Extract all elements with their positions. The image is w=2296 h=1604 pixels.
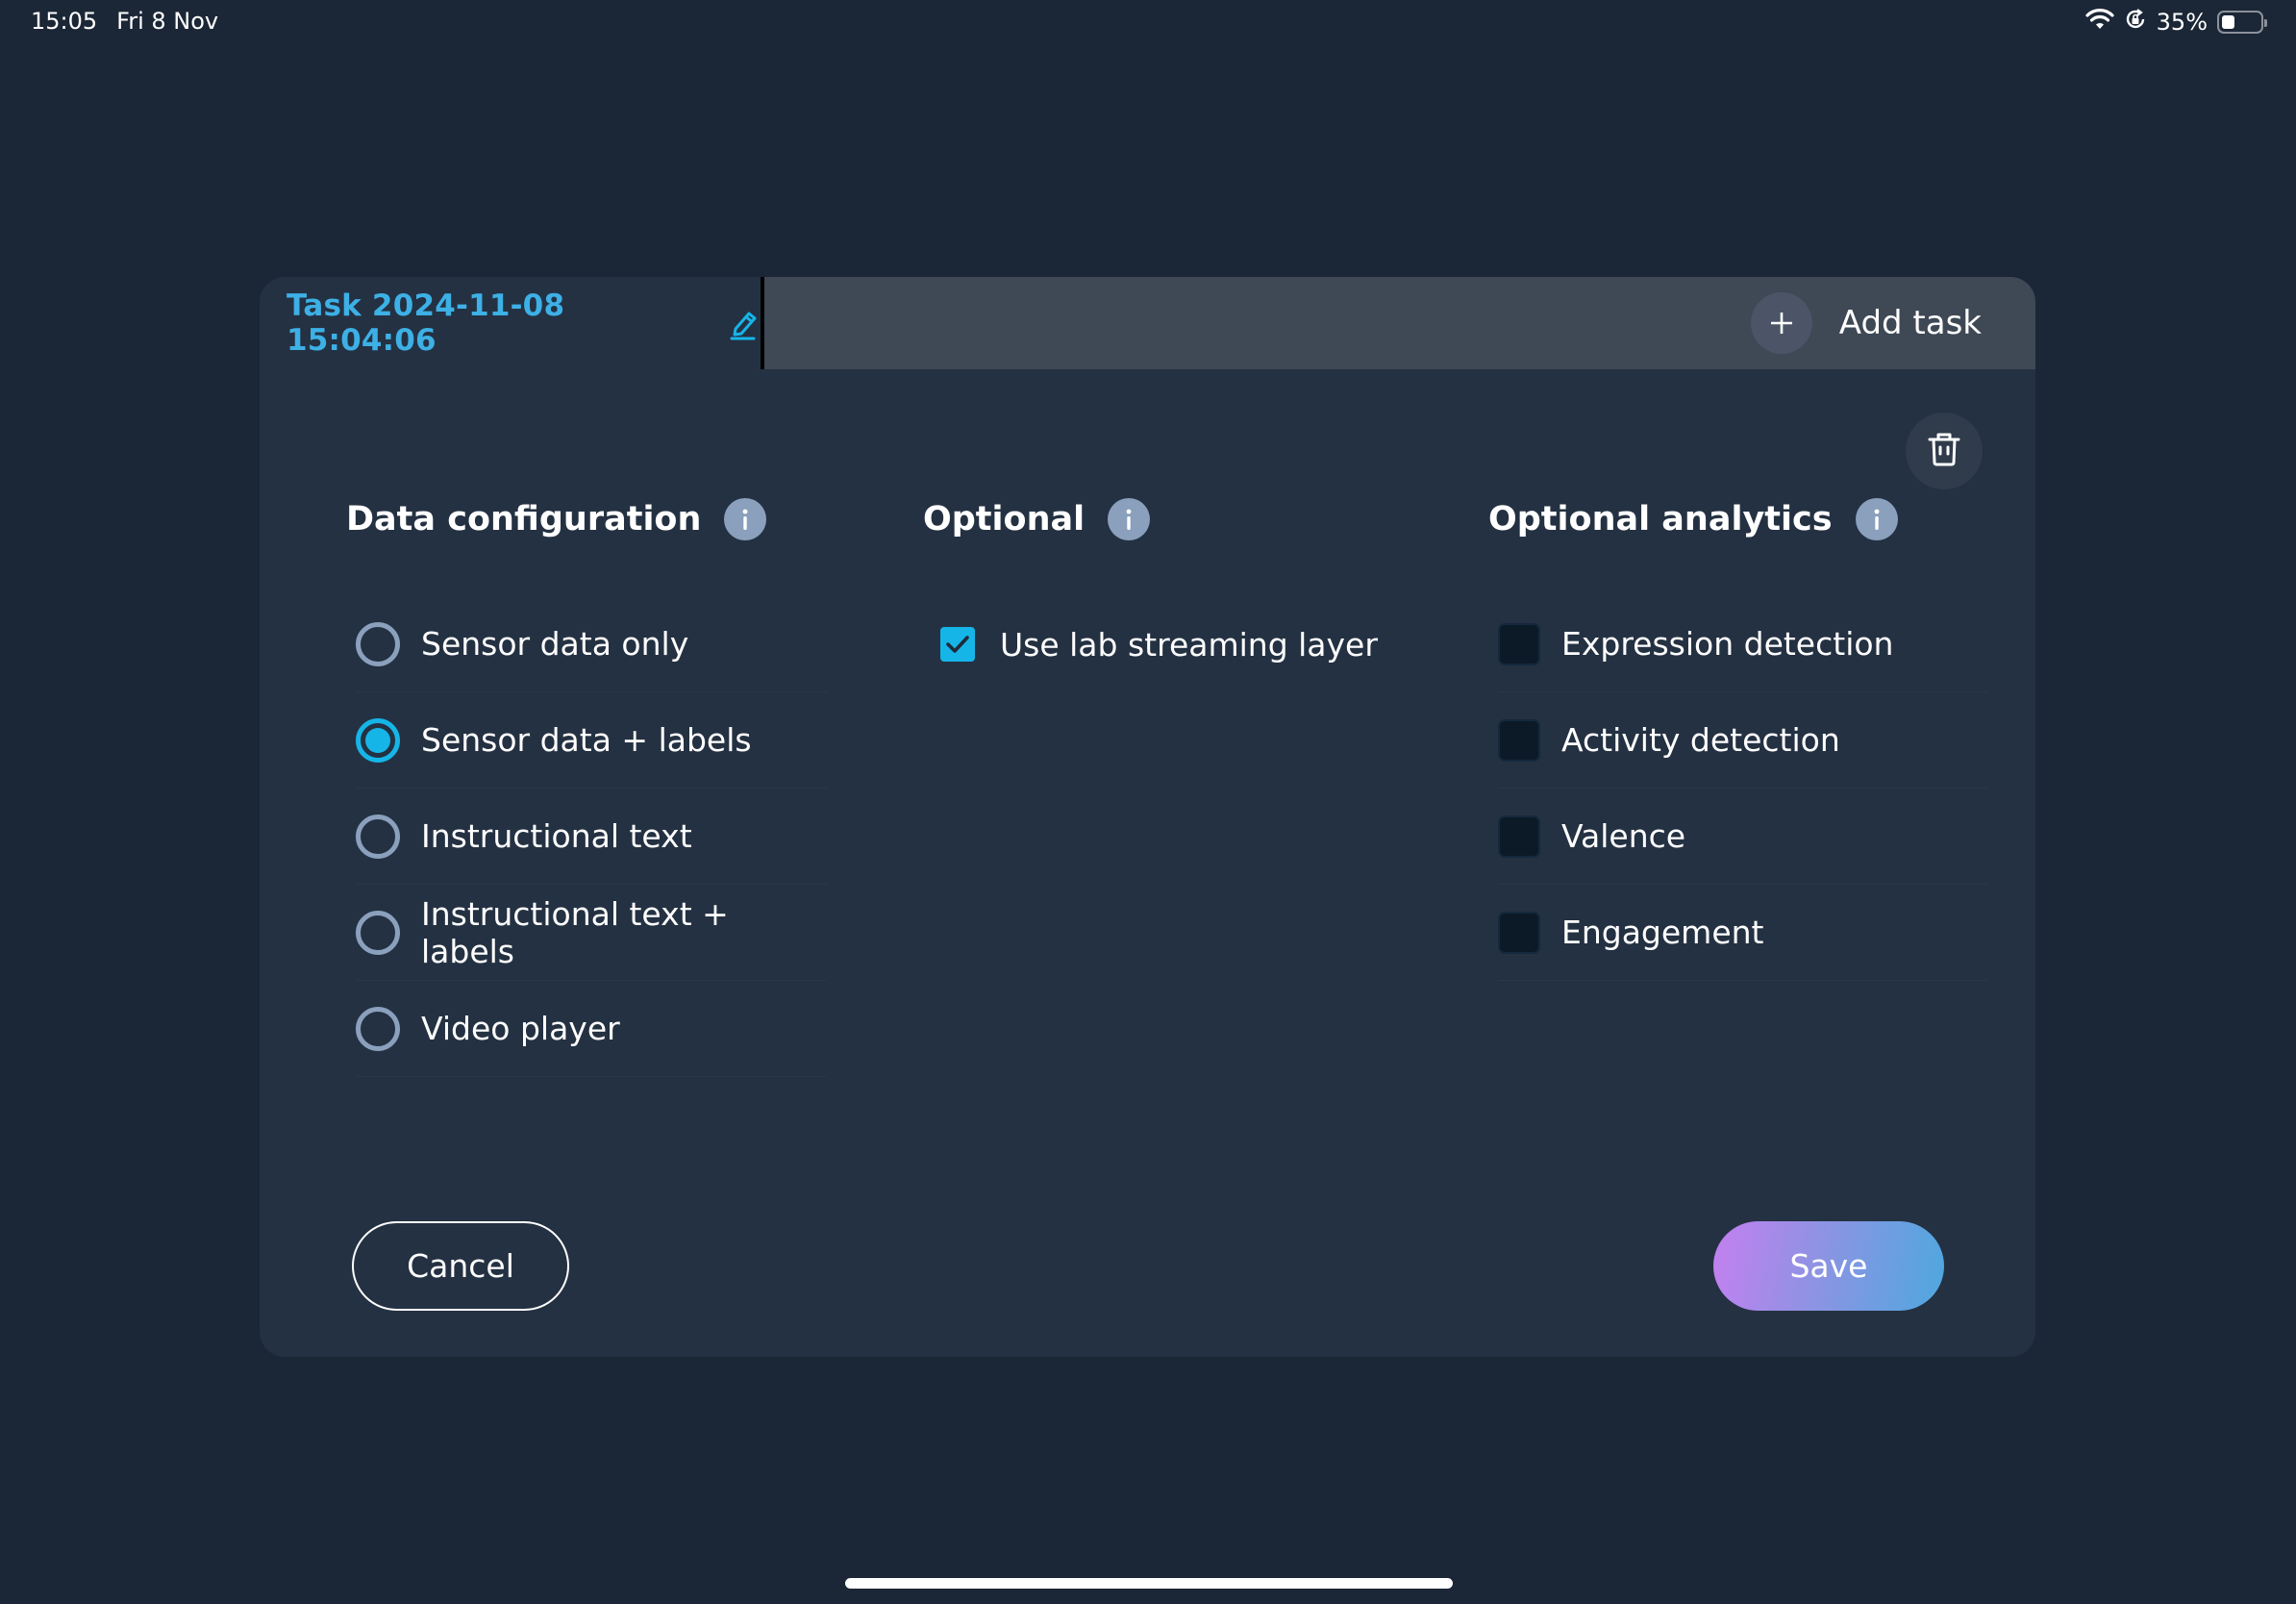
radio-button[interactable]	[356, 717, 400, 763]
section-title: Data configuration	[346, 500, 702, 539]
radio-selected-dot	[365, 727, 390, 753]
optional-analytics-section: Optional analytics Expression detection …	[1488, 490, 1988, 981]
checkbox[interactable]	[1498, 815, 1540, 858]
status-bar-left: 15:05 Fri 8 Nov	[31, 8, 218, 35]
checkbox[interactable]	[1498, 911, 1540, 954]
home-indicator[interactable]	[845, 1578, 1453, 1589]
battery-percent: 35%	[2156, 9, 2208, 36]
battery-level	[2222, 15, 2235, 29]
option-label: Instructional text	[421, 817, 692, 855]
radio-option[interactable]: Sensor data only	[356, 596, 827, 692]
task-title: Task 2024-11-08 15:04:06	[287, 288, 565, 358]
checkbox-option[interactable]: Valence	[1498, 789, 1988, 885]
checkbox[interactable]	[1498, 718, 1540, 762]
option-label: Video player	[421, 1010, 620, 1047]
radio-button[interactable]	[356, 621, 400, 666]
option-label: Valence	[1561, 817, 1686, 855]
data-configuration-radio-group: Sensor data only Sensor data + labels In…	[346, 596, 827, 1077]
radio-option[interactable]: Sensor data + labels	[356, 692, 827, 789]
tab-active-task[interactable]: Task 2024-11-08 15:04:06	[260, 277, 764, 369]
task-config-dialog: Task 2024-11-08 15:04:06 Add task Data c…	[260, 277, 2035, 1357]
checkbox-option[interactable]: Engagement	[1498, 885, 1988, 981]
section-title: Optional	[923, 500, 1086, 539]
add-task-label: Add task	[1838, 304, 1982, 342]
status-date: Fri 8 Nov	[116, 8, 219, 35]
radio-button[interactable]	[356, 910, 400, 955]
info-icon[interactable]	[1108, 498, 1151, 540]
pencil-icon[interactable]	[728, 306, 761, 340]
option-label: Expression detection	[1561, 625, 1894, 663]
radio-option[interactable]: Instructional text + labels	[356, 885, 827, 981]
task-tab-bar: Task 2024-11-08 15:04:06 Add task	[260, 277, 2035, 369]
option-label: Sensor data only	[421, 625, 689, 663]
checkbox-option[interactable]: Use lab streaming layer	[933, 596, 1404, 692]
option-label: Engagement	[1561, 914, 1764, 951]
section-title: Optional analytics	[1488, 500, 1833, 539]
analytics-checkbox-group: Expression detection Activity detection …	[1488, 596, 1988, 981]
radio-option[interactable]: Instructional text	[356, 789, 827, 885]
wifi-icon	[2085, 8, 2114, 37]
save-button[interactable]: Save	[1713, 1221, 1944, 1311]
tab-bar-empty: Add task	[764, 277, 2035, 369]
checkbox-option[interactable]: Expression detection	[1498, 596, 1988, 692]
radio-option[interactable]: Video player	[356, 981, 827, 1077]
info-icon[interactable]	[1855, 498, 1898, 540]
checkbox[interactable]	[940, 627, 975, 662]
checkbox-option[interactable]: Activity detection	[1498, 692, 1988, 789]
radio-button[interactable]	[356, 1006, 400, 1051]
cancel-button[interactable]: Cancel	[352, 1221, 569, 1311]
status-time: 15:05	[31, 8, 98, 35]
optional-checkbox-group: Use lab streaming layer	[923, 596, 1404, 692]
battery-icon	[2217, 11, 2267, 34]
orientation-lock-icon	[2124, 8, 2147, 37]
option-label: Instructional text + labels	[421, 894, 729, 970]
data-configuration-section: Data configuration Sensor data only Sens…	[346, 490, 827, 1077]
plus-icon	[1750, 292, 1812, 354]
radio-button[interactable]	[356, 814, 400, 859]
add-task-button[interactable]: Add task	[1750, 292, 1982, 354]
delete-task-button[interactable]	[1906, 413, 1983, 489]
optional-section: Optional Use lab streaming layer	[923, 490, 1404, 692]
checkbox[interactable]	[1498, 622, 1540, 665]
option-label: Activity detection	[1561, 721, 1840, 759]
option-label: Sensor data + labels	[421, 721, 752, 759]
option-label: Use lab streaming layer	[1000, 625, 1378, 664]
checkmark-icon	[946, 636, 969, 653]
info-icon[interactable]	[724, 498, 767, 540]
status-bar-right: 35%	[2085, 8, 2267, 37]
trash-icon	[1927, 431, 1961, 471]
